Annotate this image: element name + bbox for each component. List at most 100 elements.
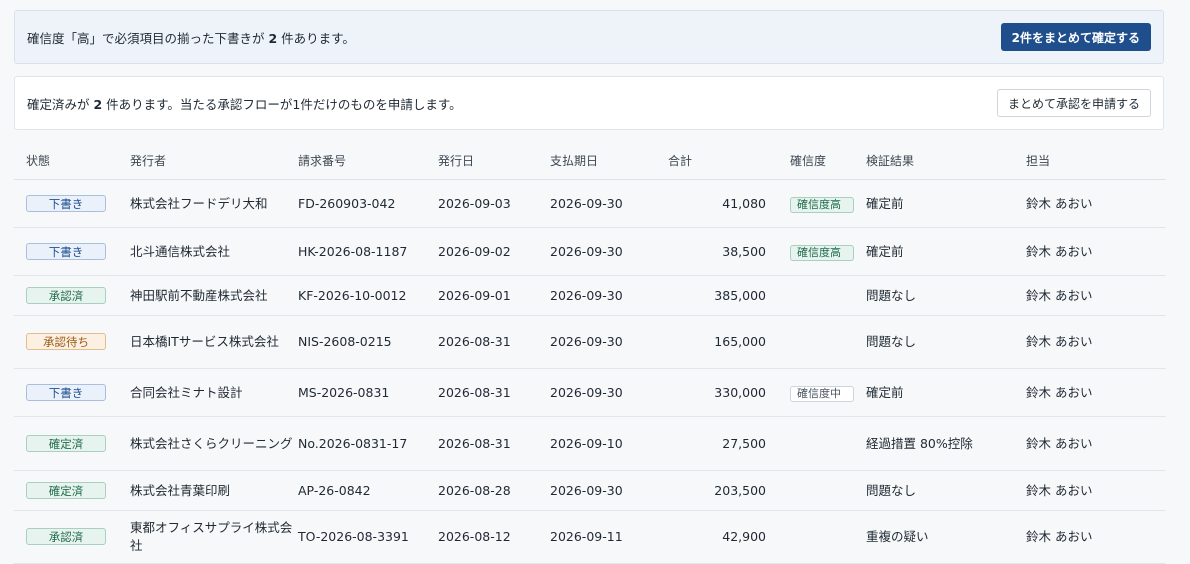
- bulk-approval-request-button[interactable]: まとめて承認を申請する: [996, 89, 1151, 117]
- confidence-cell: 確信度高: [778, 227, 866, 276]
- status-badge: 承認済: [26, 286, 106, 304]
- issuer-cell: 合同会社ミナト設計: [130, 368, 298, 417]
- header-invoice-no[interactable]: 請求番号: [298, 142, 438, 180]
- due-date-cell: 2026-09-10: [550, 416, 668, 471]
- owner-cell: 鈴木 あおい: [1026, 510, 1166, 564]
- confidence-cell: [778, 510, 866, 564]
- issue-date-cell: 2026-09-01: [438, 275, 550, 316]
- total-cell: 330,000: [668, 368, 778, 417]
- header-status[interactable]: 状態: [14, 142, 130, 180]
- header-issuer[interactable]: 発行者: [130, 142, 298, 180]
- result-cell: 問題なし: [866, 315, 1026, 369]
- table-row[interactable]: 承認済 神田駅前不動産株式会社 KF-2026-10-0012 2026-09-01 2…: [14, 275, 1166, 316]
- due-date-cell: 2026-09-30: [550, 470, 668, 511]
- confidence-cell: [778, 416, 866, 471]
- total-cell: 165,000: [668, 315, 778, 369]
- due-date-cell: 2026-09-30: [550, 179, 668, 228]
- table-row[interactable]: 確定済 株式会社さくらクリーニング No.2026-0831-17 2026-08-3…: [14, 416, 1166, 471]
- due-date-cell: 2026-09-30: [550, 275, 668, 316]
- approval-banner: 確定済みが 2 件あります。当たる承認フローが1件だけのものを申請します。 まと…: [14, 76, 1164, 130]
- issuer-cell: 北斗通信株式会社: [130, 227, 298, 276]
- invoice-no-cell: FD-260903-042: [298, 179, 438, 228]
- table-row[interactable]: 承認済 東都オフィスサプライ株式会社 TO-2026-08-3391 2026-08-…: [14, 510, 1166, 564]
- total-cell: 385,000: [668, 275, 778, 316]
- result-cell: 経過措置 80%控除: [866, 416, 1026, 471]
- total-cell: 41,080: [668, 179, 778, 228]
- result-cell: 問題なし: [866, 470, 1026, 511]
- result-cell: 重複の疑い: [866, 510, 1026, 564]
- status-badge: 承認待ち: [26, 333, 106, 350]
- invoice-table: 状態 発行者 請求番号 発行日 支払期日 合計 確信度 検証結果 担当 下書き株…: [14, 142, 1166, 564]
- owner-cell: 鈴木 あおい: [1026, 275, 1166, 316]
- total-cell: 38,500: [668, 227, 778, 276]
- status-badge: 下書き: [26, 383, 106, 401]
- result-cell: 確定前: [866, 368, 1026, 417]
- issue-date-cell: 2026-08-31: [438, 416, 550, 471]
- issuer-cell: 株式会社さくらクリーニング: [130, 416, 298, 471]
- confidence-cell: [778, 315, 866, 369]
- table-row[interactable]: 承認待ち 日本橋ITサービス株式会社 NIS-2608-0215 2026-08-31…: [14, 315, 1166, 369]
- owner-cell: 鈴木 あおい: [1026, 470, 1166, 511]
- confirm-banner-text: 確信度「高」で必須項目の揃った下書きが 2 件あります。: [27, 30, 355, 46]
- issue-date-cell: 2026-08-28: [438, 470, 550, 511]
- status-badge: 確定済: [26, 434, 106, 452]
- owner-cell: 鈴木 あおい: [1026, 179, 1166, 228]
- owner-cell: 鈴木 あおい: [1026, 227, 1166, 276]
- issuer-cell: 日本橋ITサービス株式会社: [130, 315, 298, 369]
- due-date-cell: 2026-09-11: [550, 510, 668, 564]
- issuer-cell: 株式会社フードデリ大和: [130, 179, 298, 228]
- confidence-badge: 確信度高: [790, 196, 854, 213]
- bulk-confirm-button[interactable]: 2件をまとめて確定する: [1000, 23, 1151, 51]
- issue-date-cell: 2026-08-31: [438, 315, 550, 369]
- header-issue-date[interactable]: 発行日: [438, 142, 550, 180]
- status-badge: 確定済: [26, 481, 106, 499]
- due-date-cell: 2026-09-30: [550, 315, 668, 369]
- result-cell: 問題なし: [866, 275, 1026, 316]
- issue-date-cell: 2026-09-02: [438, 227, 550, 276]
- header-confidence[interactable]: 確信度: [778, 142, 866, 180]
- owner-cell: 鈴木 あおい: [1026, 416, 1166, 471]
- invoice-no-cell: TO-2026-08-3391: [298, 510, 438, 564]
- owner-cell: 鈴木 あおい: [1026, 368, 1166, 417]
- total-cell: 203,500: [668, 470, 778, 511]
- confidence-badge: 確信度中: [790, 385, 854, 402]
- issuer-cell: 神田駅前不動産株式会社: [130, 275, 298, 316]
- result-cell: 確定前: [866, 227, 1026, 276]
- status-badge: 承認済: [26, 528, 106, 545]
- table-header-row: 状態 発行者 請求番号 発行日 支払期日 合計 確信度 検証結果 担当: [14, 142, 1166, 180]
- table-row[interactable]: 下書き 株式会社フードデリ大和 FD-260903-042 2026-09-03 202…: [14, 179, 1166, 228]
- issue-date-cell: 2026-09-03: [438, 179, 550, 228]
- issuer-cell: 株式会社青葉印刷: [130, 470, 298, 511]
- result-cell: 確定前: [866, 179, 1026, 228]
- total-cell: 27,500: [668, 416, 778, 471]
- issue-date-cell: 2026-08-31: [438, 368, 550, 417]
- owner-cell: 鈴木 あおい: [1026, 315, 1166, 369]
- due-date-cell: 2026-09-30: [550, 227, 668, 276]
- total-cell: 42,900: [668, 510, 778, 564]
- confidence-badge: 確信度高: [790, 244, 854, 261]
- confidence-cell: [778, 470, 866, 511]
- due-date-cell: 2026-09-30: [550, 368, 668, 417]
- table-row[interactable]: 下書き 北斗通信株式会社 HK-2026-08-1187 2026-09-02 2026…: [14, 227, 1166, 276]
- invoice-no-cell: KF-2026-10-0012: [298, 275, 438, 316]
- header-due-date[interactable]: 支払期日: [550, 142, 668, 180]
- approval-banner-text: 確定済みが 2 件あります。当たる承認フローが1件だけのものを申請します。: [27, 96, 462, 112]
- issue-date-cell: 2026-08-12: [438, 510, 550, 564]
- header-owner[interactable]: 担当: [1026, 142, 1166, 180]
- confirm-banner: 確信度「高」で必須項目の揃った下書きが 2 件あります。 2件をまとめて確定する: [14, 10, 1164, 64]
- issuer-cell: 東都オフィスサプライ株式会社: [130, 510, 298, 564]
- confidence-cell: 確信度中: [778, 368, 866, 417]
- invoice-no-cell: No.2026-0831-17: [298, 416, 438, 471]
- invoice-no-cell: MS-2026-0831: [298, 368, 438, 417]
- invoice-no-cell: AP-26-0842: [298, 470, 438, 511]
- status-badge: 下書き: [26, 242, 106, 260]
- invoice-no-cell: NIS-2608-0215: [298, 315, 438, 369]
- table-row[interactable]: 下書き 合同会社ミナト設計 MS-2026-0831 2026-08-31 2026-0…: [14, 368, 1166, 417]
- status-badge: 下書き: [26, 194, 106, 212]
- invoice-no-cell: HK-2026-08-1187: [298, 227, 438, 276]
- confidence-cell: [778, 275, 866, 316]
- table-row[interactable]: 確定済 株式会社青葉印刷 AP-26-0842 2026-08-28 2026-09-3…: [14, 470, 1166, 511]
- header-total[interactable]: 合計: [668, 142, 778, 180]
- header-result[interactable]: 検証結果: [866, 142, 1026, 180]
- confidence-cell: 確信度高: [778, 179, 866, 228]
